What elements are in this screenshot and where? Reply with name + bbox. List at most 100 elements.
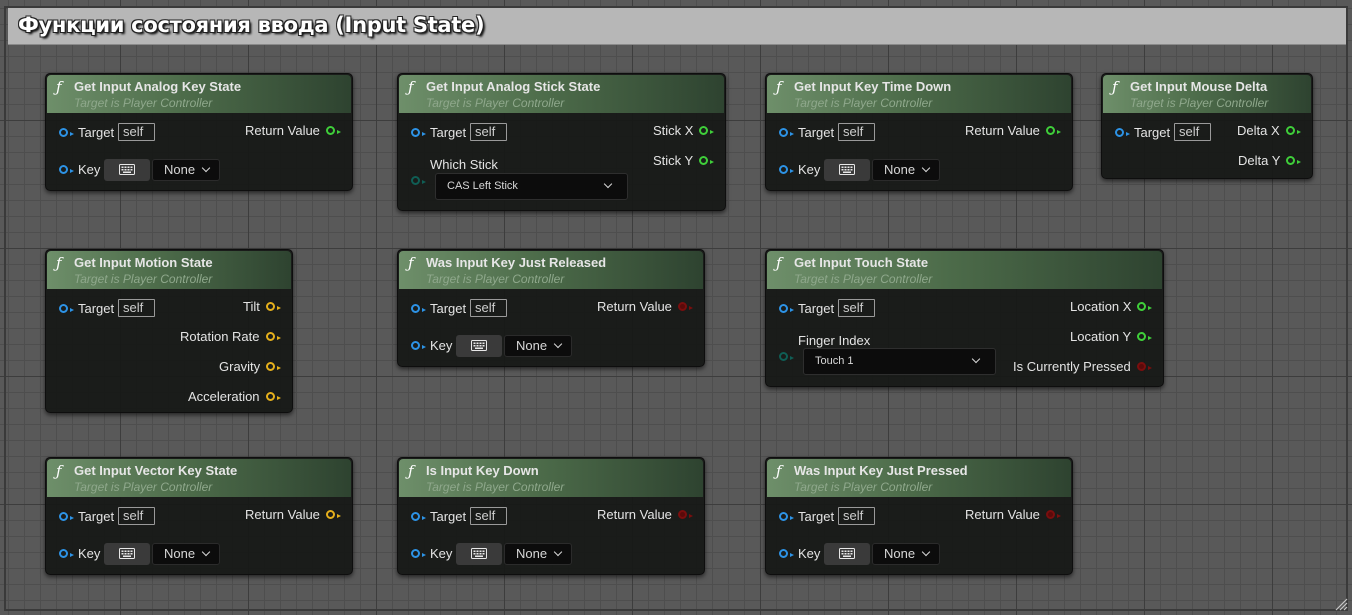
target-self-field[interactable]: self [118,123,155,141]
delta-y-pin[interactable] [1286,156,1301,165]
target-self-field[interactable]: self [470,507,507,525]
node-get-input-touch-state[interactable]: ƒ Get Input Touch State Target is Player… [765,249,1164,387]
return-value-pin[interactable] [1046,126,1061,135]
key-dropdown-value: None [164,546,196,561]
node-get-input-key-time-down[interactable]: ƒ Get Input Key Time Down Target is Play… [765,73,1073,191]
target-self-field[interactable]: self [838,123,875,141]
target-self-field[interactable]: self [1174,123,1211,141]
key-pin[interactable] [411,549,426,558]
node-header[interactable]: ƒ Get Input Mouse Delta Target is Player… [1103,75,1311,113]
key-selector-button[interactable] [456,543,502,565]
target-self-field[interactable]: self [470,299,507,317]
node-get-input-vector-key-state[interactable]: ƒ Get Input Vector Key State Target is P… [45,457,353,575]
rotation-rate-pin[interactable] [266,332,281,341]
target-pin[interactable] [411,512,426,521]
return-value-pin[interactable] [678,510,693,519]
target-pin[interactable] [779,128,794,137]
chevron-down-icon [201,547,211,557]
node-header[interactable]: ƒ Get Input Vector Key State Target is P… [47,459,351,497]
target-self-field[interactable]: self [838,299,875,317]
key-selector-button[interactable] [104,543,150,565]
function-icon: ƒ [408,254,414,272]
keyboard-icon [119,164,135,175]
target-label: Target [798,125,835,140]
which-stick-pin[interactable] [411,176,426,185]
target-pin[interactable] [779,304,794,313]
resize-grip-icon[interactable] [1334,597,1348,611]
target-pin[interactable] [411,128,426,137]
node-subtitle: Target is Player Controller [426,96,565,110]
node-get-input-analog-stick-state[interactable]: ƒ Get Input Analog Stick State Target is… [397,73,726,211]
keyboard-icon [119,548,135,559]
key-selector-button[interactable] [456,335,502,357]
key-selector-button[interactable] [824,543,870,565]
acceleration-pin[interactable] [266,392,281,401]
key-pin[interactable] [779,549,794,558]
stick-x-pin[interactable] [699,126,714,135]
comment-title-bar[interactable]: Функции состояния ввода (Input State) [8,8,1346,45]
key-dropdown[interactable]: None [152,543,220,565]
which-stick-dropdown[interactable]: CAS Left Stick [435,173,628,200]
node-subtitle: Target is Player Controller [1130,96,1269,110]
keyboard-icon [839,164,855,175]
node-is-input-key-down[interactable]: ƒ Is Input Key Down Target is Player Con… [397,457,705,575]
target-pin[interactable] [779,512,794,521]
node-subtitle: Target is Player Controller [426,272,565,286]
comment-title: Функции состояния ввода (Input State) [18,13,485,37]
location-y-pin[interactable] [1137,332,1152,341]
node-was-input-key-just-pressed[interactable]: ƒ Was Input Key Just Pressed Target is P… [765,457,1073,575]
return-value-pin[interactable] [326,510,341,519]
finger-index-pin[interactable] [779,352,794,361]
node-header[interactable]: ƒ Get Input Key Time Down Target is Play… [767,75,1071,113]
function-icon: ƒ [776,78,782,96]
target-pin[interactable] [59,128,74,137]
node-header[interactable]: ƒ Get Input Motion State Target is Playe… [47,251,291,289]
location-x-pin[interactable] [1137,302,1152,311]
is-currently-pressed-pin[interactable] [1137,362,1152,371]
location-x-label: Location X [1070,299,1132,314]
target-label: Target [78,301,115,316]
finger-index-dropdown[interactable]: Touch 1 [803,348,996,375]
target-pin[interactable] [59,512,74,521]
return-value-pin[interactable] [326,126,341,135]
key-dropdown[interactable]: None [504,543,572,565]
key-pin[interactable] [779,165,794,174]
target-pin[interactable] [59,304,74,313]
node-header[interactable]: ƒ Get Input Analog Key State Target is P… [47,75,351,113]
which-stick-label: Which Stick [430,157,498,172]
target-self-field[interactable]: self [118,507,155,525]
node-header[interactable]: ƒ Was Input Key Just Pressed Target is P… [767,459,1071,497]
return-value-pin[interactable] [1046,510,1061,519]
node-header[interactable]: ƒ Get Input Analog Stick State Target is… [399,75,724,113]
key-label: Key [430,546,453,561]
function-icon: ƒ [408,78,414,96]
stick-y-pin[interactable] [699,156,714,165]
target-pin[interactable] [1115,128,1130,137]
key-dropdown[interactable]: None [504,335,572,357]
target-pin[interactable] [411,304,426,313]
node-header[interactable]: ƒ Was Input Key Just Released Target is … [399,251,703,289]
return-value-pin[interactable] [678,302,693,311]
key-dropdown[interactable]: None [872,159,940,181]
delta-x-pin[interactable] [1286,126,1301,135]
key-dropdown[interactable]: None [152,159,220,181]
key-pin[interactable] [59,549,74,558]
key-pin[interactable] [411,341,426,350]
node-header[interactable]: ƒ Is Input Key Down Target is Player Con… [399,459,703,497]
key-dropdown[interactable]: None [872,543,940,565]
key-pin[interactable] [59,165,74,174]
key-label: Key [78,546,101,561]
node-was-input-key-just-released[interactable]: ƒ Was Input Key Just Released Target is … [397,249,705,367]
node-header[interactable]: ƒ Get Input Touch State Target is Player… [767,251,1162,289]
keyboard-icon [471,548,487,559]
node-get-input-motion-state[interactable]: ƒ Get Input Motion State Target is Playe… [45,249,293,413]
tilt-pin[interactable] [266,302,281,311]
key-selector-button[interactable] [824,159,870,181]
gravity-pin[interactable] [266,362,281,371]
target-self-field[interactable]: self [470,123,507,141]
node-get-input-analog-key-state[interactable]: ƒ Get Input Analog Key State Target is P… [45,73,353,191]
node-get-input-mouse-delta[interactable]: ƒ Get Input Mouse Delta Target is Player… [1101,73,1313,179]
target-self-field[interactable]: self [118,299,155,317]
key-selector-button[interactable] [104,159,150,181]
target-self-field[interactable]: self [838,507,875,525]
